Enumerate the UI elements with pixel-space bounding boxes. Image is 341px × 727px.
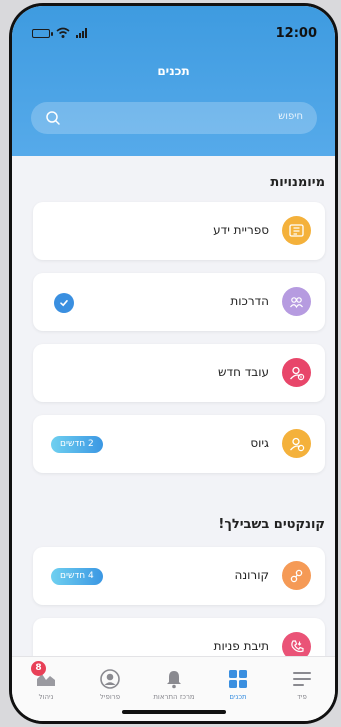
tab-label: מרכז התראות <box>153 693 195 701</box>
section-title-skills: מיומנויות <box>270 175 325 190</box>
status-time: 12:00 <box>275 26 317 41</box>
tab-label: תכנים <box>229 693 247 701</box>
card-label: הדרכות <box>230 294 269 308</box>
check-icon <box>54 293 74 313</box>
tab-profile[interactable]: פרופיל <box>78 657 142 707</box>
library-icon <box>282 216 311 245</box>
notification-badge: 8 <box>31 661 46 676</box>
card-label: עובד חדש <box>218 365 269 379</box>
home-indicator <box>122 710 226 714</box>
card-corona[interactable]: קורונה 4 חדשים <box>33 547 325 605</box>
search-input[interactable]: חיפוש <box>31 102 317 134</box>
card-new-employee[interactable]: עובד חדש <box>33 344 325 402</box>
page-title: תכנים <box>157 64 190 78</box>
tab-notifications-center[interactable]: מרכז התראות <box>142 657 206 707</box>
tab-label: פרופיל <box>99 693 121 701</box>
signal-icon <box>76 28 87 38</box>
header: 12:00 תכנים חיפוש <box>12 6 335 156</box>
new-employee-icon <box>282 358 311 387</box>
tab-contents[interactable]: תכנים <box>206 657 270 707</box>
new-items-badge: 2 חדשים <box>51 436 103 453</box>
recruitment-icon <box>282 429 311 458</box>
feed-icon <box>291 669 313 689</box>
screen: 12:00 תכנים חיפוש מיומנויות ספריית ידע ה… <box>12 6 335 721</box>
training-icon <box>282 287 311 316</box>
profile-icon <box>99 669 121 689</box>
search-placeholder: חיפוש <box>278 111 303 122</box>
card-label: תיבת פניות <box>213 639 269 653</box>
card-label: גיוס <box>250 436 269 450</box>
tab-management[interactable]: 8 ניהול <box>14 657 78 707</box>
grid-icon <box>227 669 249 689</box>
card-recruitment[interactable]: גיוס 2 חדשים <box>33 415 325 473</box>
card-label: קורונה <box>234 568 269 582</box>
status-icons <box>32 27 87 39</box>
tab-label: פיד <box>297 693 307 701</box>
battery-icon <box>32 28 53 38</box>
card-label: ספריית ידע <box>213 223 269 237</box>
corona-icon <box>282 561 311 590</box>
card-training[interactable]: הדרכות <box>33 273 325 331</box>
bell-icon <box>163 669 185 689</box>
section-title-connects: קונקטים בשבילך! <box>218 517 325 532</box>
search-icon <box>46 111 60 125</box>
card-knowledge-library[interactable]: ספריית ידע <box>33 202 325 260</box>
content-list[interactable]: מיומנויות ספריית ידע הדרכות עובד חדש גיו… <box>12 156 335 676</box>
wifi-icon <box>56 27 70 38</box>
phone-frame: 12:00 תכנים חיפוש מיומנויות ספריית ידע ה… <box>9 3 338 724</box>
tab-label: ניהול <box>38 693 54 701</box>
new-items-badge: 4 חדשים <box>51 568 103 585</box>
tab-feed[interactable]: פיד <box>270 657 334 707</box>
